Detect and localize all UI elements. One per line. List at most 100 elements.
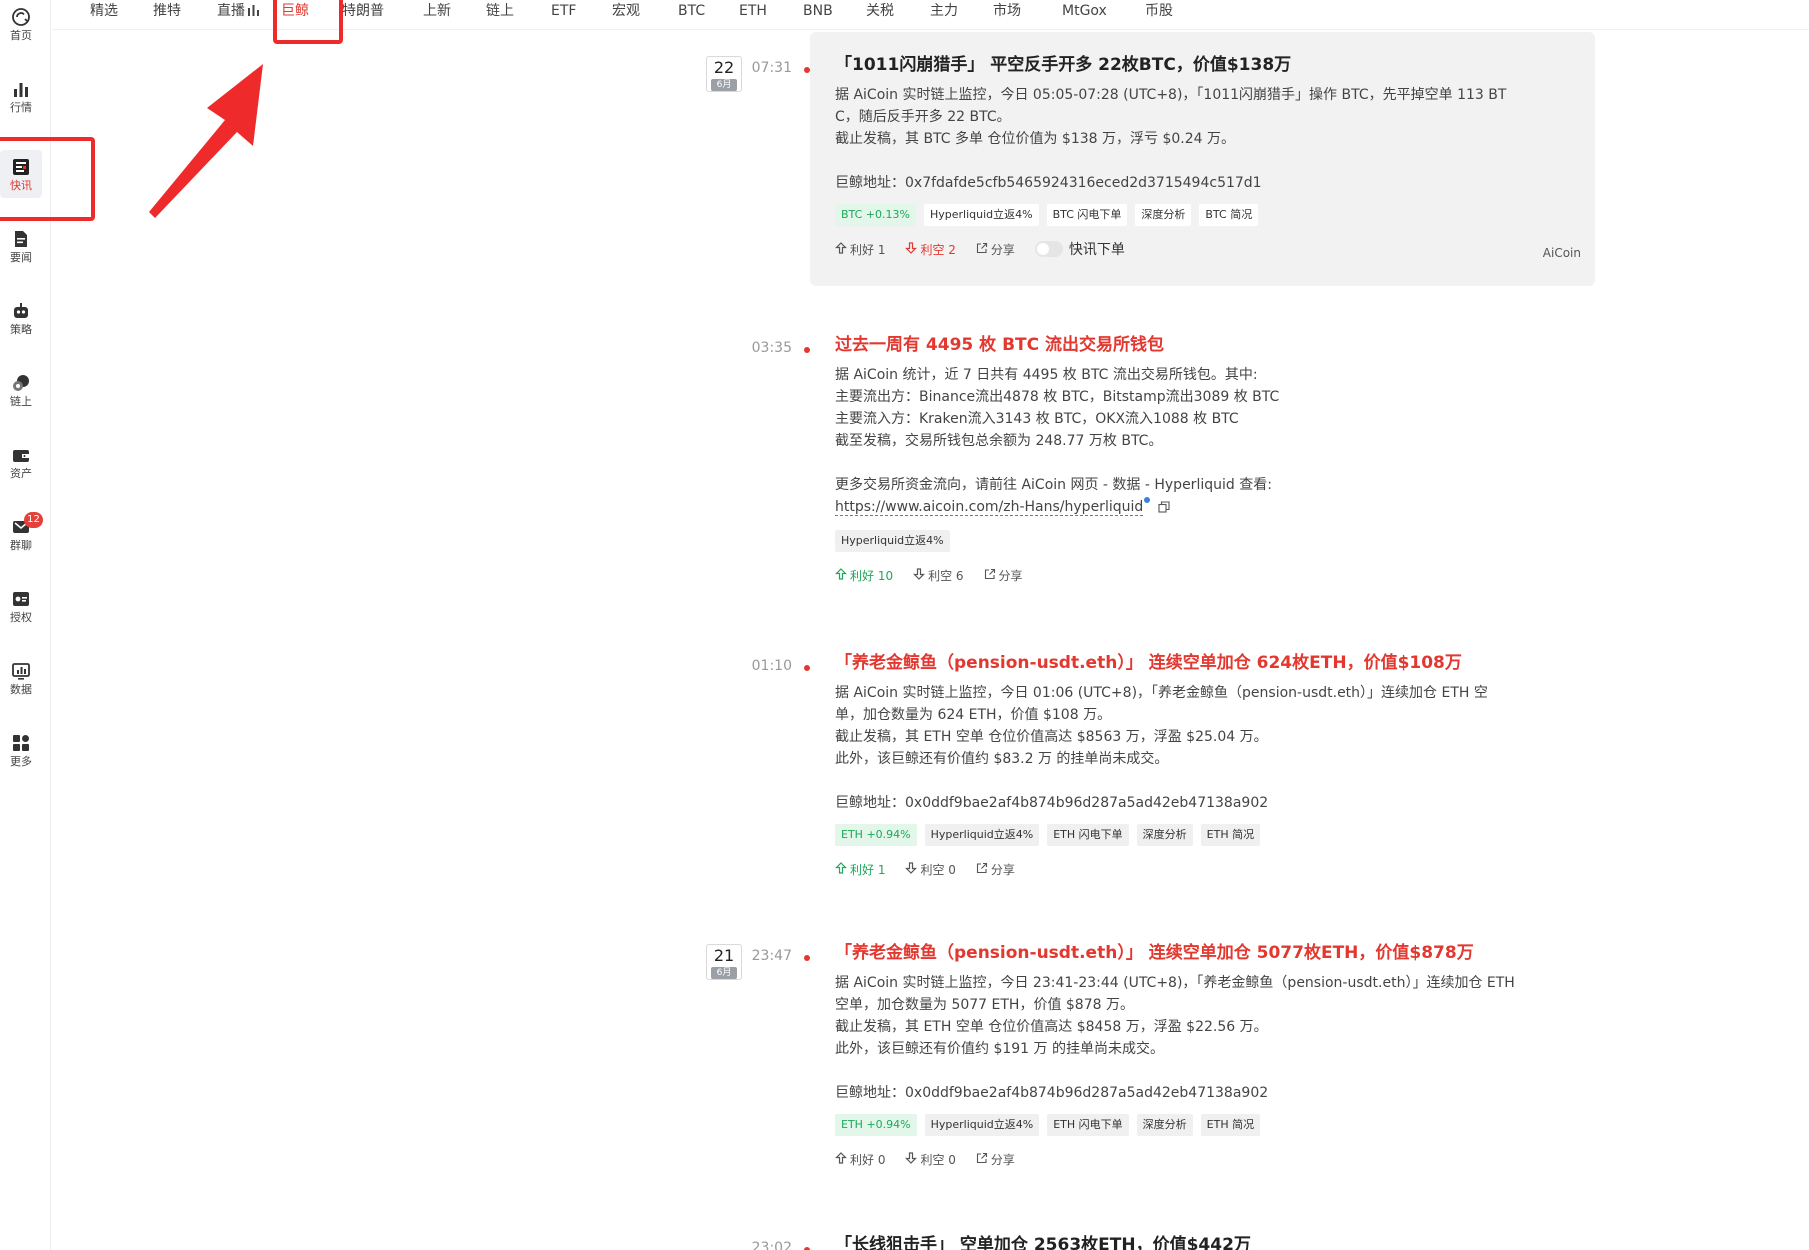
tab-12[interactable]: 关税 bbox=[866, 2, 894, 20]
tab-9[interactable]: BTC bbox=[678, 2, 705, 20]
sidebar-item-4[interactable]: 策略 bbox=[0, 294, 42, 342]
sidebar-item-6[interactable]: 资产 bbox=[0, 438, 42, 486]
sidebar-item-5[interactable]: 链上 bbox=[0, 366, 42, 414]
tab-label: 币股 bbox=[1145, 3, 1173, 19]
news-tag[interactable]: 深度分析 bbox=[1136, 1114, 1193, 1136]
news-line: 巨鲸地址：0x0ddf9bae2af4b874b96d287a5ad42eb47… bbox=[835, 1085, 1269, 1101]
bullish-button[interactable]: 利好 10 bbox=[835, 567, 893, 584]
bullish-button[interactable]: 利好 1 bbox=[835, 241, 885, 258]
news-tag[interactable]: Hyperliquid立返4% bbox=[924, 1114, 1040, 1136]
sidebar-item-10[interactable]: 更多 bbox=[0, 726, 42, 774]
sidebar-item-8[interactable]: 授权 bbox=[0, 582, 42, 630]
thumb-up-arrow-icon bbox=[835, 861, 847, 877]
tab-15[interactable]: MtGox bbox=[1062, 2, 1107, 20]
tab-1[interactable]: 推特 bbox=[153, 2, 181, 20]
share-icon bbox=[976, 862, 988, 877]
bearish-button[interactable]: 利空 0 bbox=[905, 1151, 956, 1168]
sidebar-item-7[interactable]: 群聊 12 bbox=[0, 510, 43, 558]
tab-16[interactable]: 币股 bbox=[1145, 2, 1173, 20]
news-tag[interactable]: ETH 闪电下单 bbox=[1047, 1114, 1129, 1136]
news-tag[interactable]: 深度分析 bbox=[1135, 204, 1192, 226]
news-tag[interactable]: ETH 简况 bbox=[1200, 824, 1261, 846]
news-tag[interactable]: Hyperliquid立返4% bbox=[835, 530, 950, 552]
news-source: AiCoin bbox=[1542, 246, 1581, 260]
tab-label: 推特 bbox=[153, 3, 181, 19]
share-button[interactable]: 分享 bbox=[984, 567, 1023, 584]
news-tag[interactable]: ETH 简况 bbox=[1200, 1114, 1261, 1136]
date-day: 22 bbox=[713, 58, 735, 77]
tab-8[interactable]: 宏观 bbox=[612, 2, 640, 20]
bearish-button[interactable]: 利空 0 bbox=[905, 861, 956, 878]
tab-10[interactable]: ETH bbox=[739, 2, 767, 20]
news-time: 23:02 bbox=[751, 1240, 792, 1250]
sidebar-item-0[interactable]: 首页 bbox=[0, 0, 42, 48]
bearish-count: 利空 2 bbox=[920, 242, 956, 257]
tab-11[interactable]: BNB bbox=[803, 2, 833, 20]
news-title[interactable]: 「1011闪崩猎手」 平空反手开多 22枚BTC，价值$138万 bbox=[835, 52, 1570, 78]
sidebar-item-9[interactable]: 数据 bbox=[0, 654, 42, 702]
share-label: 分享 bbox=[998, 568, 1023, 583]
news-tag[interactable]: 深度分析 bbox=[1136, 824, 1193, 846]
news-tag[interactable]: Hyperliquid立返4% bbox=[923, 204, 1039, 226]
tab-13[interactable]: 主力 bbox=[930, 2, 958, 20]
news-line: 巨鲸地址：0x7fdafde5cfb5465924316eced2d371549… bbox=[835, 175, 1262, 191]
tab-label: 宏观 bbox=[612, 3, 640, 19]
tab-0[interactable]: 精选 bbox=[90, 2, 118, 20]
news-card[interactable]: 过去一周有 4495 枚 BTC 流出交易所钱包据 AiCoin 统计，近 7 … bbox=[810, 312, 1595, 586]
tab-label: 特朗普 bbox=[342, 3, 384, 19]
news-tag[interactable]: BTC 简况 bbox=[1199, 204, 1259, 226]
news-title[interactable]: 「长线狙击手」 空单加仓 2563枚ETH，价值$442万 bbox=[835, 1232, 1570, 1250]
share-button[interactable]: 分享 bbox=[976, 241, 1015, 258]
tab-2[interactable]: 直播 bbox=[217, 2, 259, 21]
news-line: 据 AiCoin 统计，近 7 日共有 4495 枚 BTC 流出交易所钱包。其… bbox=[835, 367, 1258, 383]
news-card[interactable]: 「养老金鲸鱼（pension-usdt.eth）」 连续空单加仓 5077枚ET… bbox=[810, 920, 1595, 1170]
quick-order-toggle[interactable]: 快讯下单 bbox=[1034, 239, 1125, 259]
robot-icon bbox=[11, 301, 31, 321]
news-tag[interactable]: Hyperliquid立返4% bbox=[924, 824, 1040, 846]
sidebar-item-3[interactable]: 要闻 bbox=[0, 222, 42, 270]
news-card[interactable]: 「养老金鲸鱼（pension-usdt.eth）」 连续空单加仓 624枚ETH… bbox=[810, 630, 1595, 880]
news-body: 据 AiCoin 实时链上监控，今日 01:06 (UTC+8)，「养老金鲸鱼（… bbox=[835, 682, 1570, 814]
tab-label: MtGox bbox=[1062, 3, 1107, 19]
news-title[interactable]: 过去一周有 4495 枚 BTC 流出交易所钱包 bbox=[835, 332, 1570, 358]
news-line: 据 AiCoin 实时链上监控，今日 01:06 (UTC+8)，「养老金鲸鱼（… bbox=[835, 685, 1488, 701]
news-title[interactable]: 「养老金鲸鱼（pension-usdt.eth）」 连续空单加仓 5077枚ET… bbox=[835, 940, 1570, 966]
hyperliquid-link[interactable]: https://www.aicoin.com/zh-Hans/hyperliqu… bbox=[835, 499, 1144, 516]
share-button[interactable]: 分享 bbox=[976, 861, 1015, 878]
news-time: 07:31 bbox=[751, 60, 792, 76]
sidebar-item-1[interactable]: 行情 bbox=[0, 72, 42, 120]
tab-label: 市场 bbox=[993, 3, 1021, 19]
news-body: 据 AiCoin 实时链上监控，今日 05:05-07:28 (UTC+8)，「… bbox=[835, 84, 1570, 194]
share-icon bbox=[976, 242, 988, 257]
tab-14[interactable]: 市场 bbox=[993, 2, 1021, 20]
news-card[interactable]: 「长线狙击手」 空单加仓 2563枚ETH，价值$442万 bbox=[810, 1212, 1595, 1250]
news-line: 主要流入方：Kraken流入3143 枚 BTC，OKX流入1088 枚 BTC bbox=[835, 411, 1239, 427]
news-line: 此外，该巨鲸还有价值约 $191 万 的挂单尚未成交。 bbox=[835, 1041, 1164, 1057]
news-tag[interactable]: ETH +0.94% bbox=[835, 1114, 917, 1136]
tab-label: ETH bbox=[739, 3, 767, 19]
tab-6[interactable]: 链上 bbox=[486, 2, 514, 20]
news-tag[interactable]: ETH 闪电下单 bbox=[1047, 824, 1129, 846]
news-tag[interactable]: BTC +0.13% bbox=[835, 204, 916, 226]
news-line: 巨鲸地址：0x0ddf9bae2af4b874b96d287a5ad42eb47… bbox=[835, 795, 1269, 811]
share-button[interactable]: 分享 bbox=[976, 1151, 1015, 1168]
tab-4[interactable]: 特朗普 bbox=[342, 2, 384, 20]
bullish-button[interactable]: 利好 0 bbox=[835, 1151, 885, 1168]
news-tag[interactable]: ETH +0.94% bbox=[835, 824, 917, 846]
news-tag[interactable]: BTC 闪电下单 bbox=[1046, 204, 1128, 226]
news-title[interactable]: 「养老金鲸鱼（pension-usdt.eth）」 连续空单加仓 624枚ETH… bbox=[835, 650, 1570, 676]
news-card[interactable]: 「1011闪崩猎手」 平空反手开多 22枚BTC，价值$138万据 AiCoin… bbox=[810, 32, 1595, 286]
bullish-count: 利好 1 bbox=[850, 242, 886, 257]
toggle-switch[interactable] bbox=[1034, 241, 1063, 257]
news-actions: 利好 10 利空 6 分享 bbox=[835, 564, 1570, 586]
tab-7[interactable]: ETF bbox=[551, 2, 576, 20]
copy-icon[interactable] bbox=[1158, 498, 1170, 520]
bearish-button[interactable]: 利空 6 bbox=[913, 567, 964, 584]
tab-5[interactable]: 上新 bbox=[423, 2, 451, 20]
bullish-button[interactable]: 利好 1 bbox=[835, 861, 885, 878]
sidebar-item-label: 资产 bbox=[10, 466, 32, 480]
bullish-count: 利好 0 bbox=[850, 1152, 886, 1167]
bearish-button[interactable]: 利空 2 bbox=[905, 241, 956, 258]
home-logo-icon bbox=[11, 7, 31, 27]
